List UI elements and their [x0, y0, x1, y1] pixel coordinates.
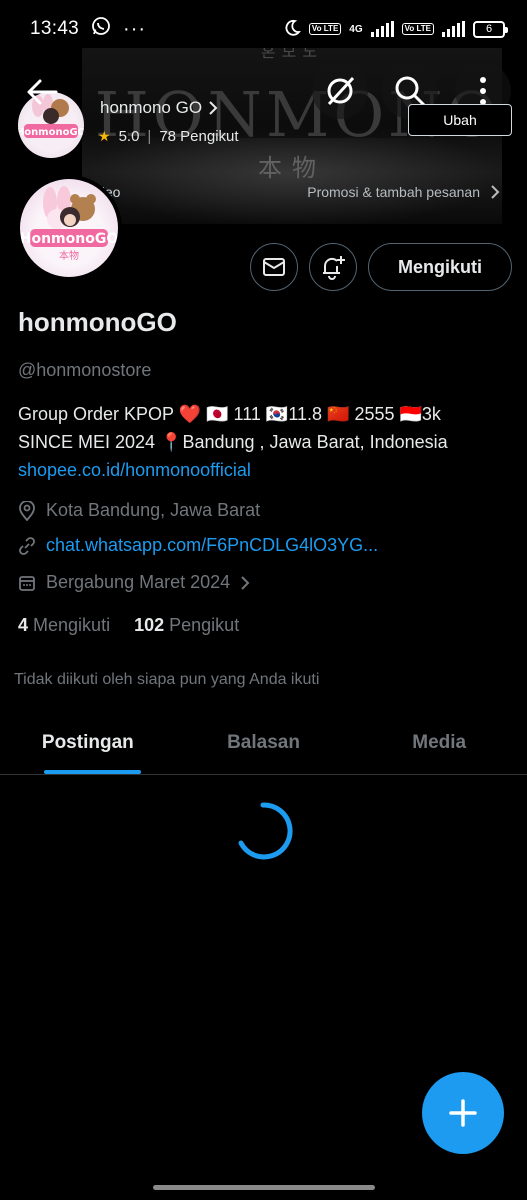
message-button[interactable] — [250, 243, 298, 291]
user-handle: @honmonostore — [18, 360, 152, 380]
joined-row[interactable]: Bergabung Maret 2024 — [18, 572, 250, 593]
bio-line-2: SINCE MEI 2024 📍Bandung , Jawa Barat, In… — [18, 432, 448, 452]
tab-label: Balasan — [227, 732, 300, 753]
bio-line-1: Group Order KPOP ❤️ 🇯🇵 111 🇰🇷11.8 🇨🇳 255… — [18, 404, 441, 424]
loading-spinner-icon — [238, 802, 293, 860]
mail-icon — [263, 258, 285, 276]
bell-plus-icon — [323, 256, 345, 280]
tab-active-indicator — [44, 770, 141, 774]
profile-tabs: Postingan Balasan Media — [0, 712, 527, 775]
moon-icon — [283, 19, 301, 40]
star-icon: ★ — [98, 128, 111, 144]
search-icon — [395, 76, 426, 107]
following-label: Mengikuti — [33, 615, 111, 635]
svg-text:HonmonoGO: HonmonoGO — [20, 231, 118, 247]
profile-logo-icon: HonmonoGO 本物 — [20, 186, 118, 262]
joined-text: Bergabung Maret 2024 — [46, 572, 231, 592]
battery-level: 6 — [485, 23, 493, 35]
promo-link[interactable]: Promosi & tambah pesanan — [307, 184, 500, 200]
tab-posts[interactable]: Postingan — [0, 712, 176, 774]
signal-icon-2 — [442, 21, 465, 37]
net-4g-label: 4G — [349, 23, 363, 35]
tab-label: Media — [412, 732, 467, 753]
mutual-followers-text: Tidak diikuti oleh siapa pun yang Anda i… — [14, 671, 320, 688]
back-button[interactable] — [20, 70, 64, 114]
more-vertical-icon — [480, 77, 486, 105]
followers-count-link[interactable]: 102 Pengikut — [134, 615, 239, 636]
tab-label: Postingan — [41, 732, 134, 753]
chevron-right-icon — [241, 575, 250, 590]
tab-media[interactable]: Media — [351, 712, 527, 774]
shop-rating: 5.0 — [118, 128, 140, 145]
website-row: chat.whatsapp.com/F6PnCDLG4lO3YG... — [18, 535, 378, 556]
following-count: 4 — [18, 615, 29, 635]
bio-link[interactable]: shopee.co.id/honmonoofficial — [18, 456, 513, 484]
svg-text:HonmonoGO: HonmonoGO — [18, 127, 84, 138]
profile-avatar[interactable]: HonmonoGO 本物 — [16, 175, 122, 281]
home-indicator[interactable] — [153, 1185, 375, 1190]
whatsapp-icon — [91, 16, 111, 42]
battery-icon: 6 — [473, 20, 508, 38]
followers-label: Pengikut — [169, 615, 240, 635]
location-text: Kota Bandung, Jawa Barat — [46, 500, 261, 520]
shop-name-label: honmono GO — [100, 98, 203, 117]
chevron-right-icon — [491, 185, 500, 199]
display-name: honmonoGO — [18, 307, 177, 337]
status-time: 13:43 — [30, 18, 80, 39]
shop-name[interactable]: honmono GO — [100, 98, 218, 118]
svg-text:本物: 本物 — [59, 249, 79, 262]
more-notifications-icon: ··· — [123, 17, 147, 40]
banner-korean-text: 혼모노 — [260, 48, 324, 61]
grok-icon — [327, 76, 355, 106]
shop-followers: 78 Pengikut — [159, 128, 239, 145]
profile-bio: Group Order KPOP ❤️ 🇯🇵 111 🇰🇷11.8 🇨🇳 255… — [18, 400, 513, 484]
notify-button[interactable] — [309, 243, 357, 291]
edit-button[interactable]: Ubah — [408, 104, 512, 136]
calendar-icon — [19, 575, 35, 591]
compose-button[interactable] — [422, 1072, 504, 1154]
following-count-link[interactable]: 4 Mengikuti — [18, 615, 110, 636]
volte-badge-2: Vo LTE — [401, 23, 434, 35]
meta-separator: | — [147, 128, 152, 145]
promo-label: Promosi & tambah pesanan — [307, 184, 480, 200]
followers-count: 102 — [134, 615, 165, 635]
location-pin-icon — [19, 500, 35, 521]
signal-icon — [370, 21, 394, 37]
tab-replies[interactable]: Balasan — [176, 712, 352, 774]
shop-meta: ★ 5.0 | 78 Pengikut — [98, 128, 239, 145]
chevron-right-icon — [209, 101, 218, 115]
grok-button[interactable] — [312, 63, 368, 119]
back-arrow-icon — [27, 79, 58, 105]
link-icon — [19, 536, 35, 555]
location-row: Kota Bandung, Jawa Barat — [18, 500, 260, 521]
plus-icon — [449, 1099, 477, 1127]
follow-counts: 4 Mengikuti 102 Pengikut — [18, 615, 239, 636]
website-link[interactable]: chat.whatsapp.com/F6PnCDLG4lO3YG... — [46, 535, 378, 556]
following-button[interactable]: Mengikuti — [368, 243, 512, 291]
volte-badge: Vo LTE — [308, 23, 342, 35]
